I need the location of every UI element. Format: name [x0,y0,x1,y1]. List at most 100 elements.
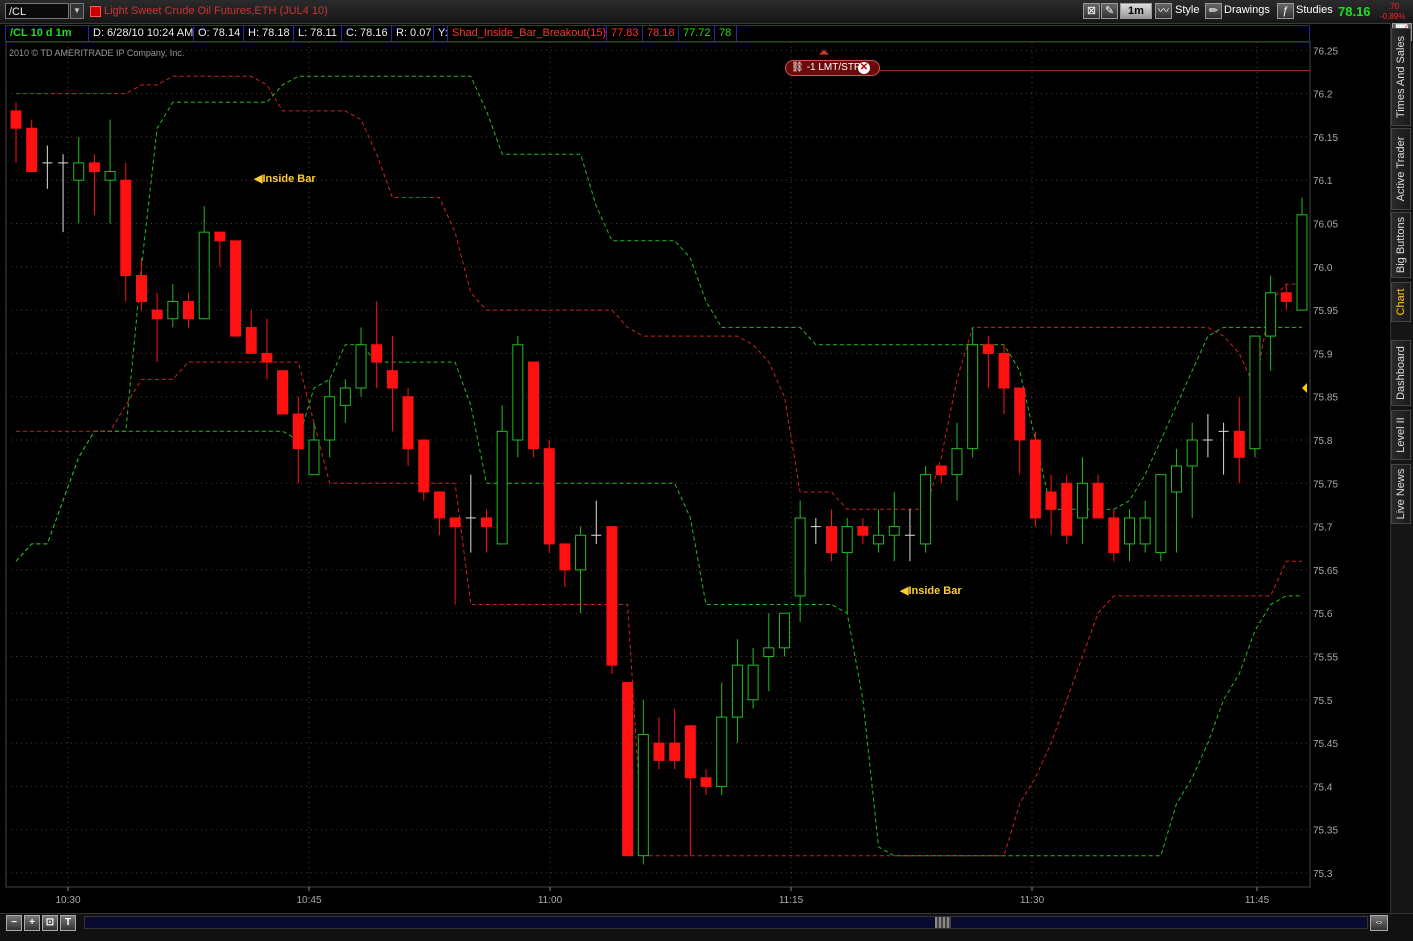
tab-chart[interactable]: Chart [1391,282,1411,322]
studies-menu[interactable]: Studies [1296,4,1333,16]
order-text: -1 LMT/STP [806,62,861,73]
candle-body [622,681,634,857]
study-value-3: 77.72 [679,26,715,41]
candle-body [167,300,179,320]
candle-body [418,439,430,493]
tab-big-buttons[interactable]: Big Buttons [1391,212,1411,278]
bar-open: O: 78.14 [194,26,244,41]
candle-body [1139,517,1151,545]
candle-body [73,162,85,181]
y-tick-label: 75.6 [1313,609,1333,620]
study-value-1: 77.83 [607,26,643,41]
candle-body [371,344,383,363]
x-tick-label: 11:15 [779,895,804,906]
y-tick-label: 76.05 [1313,220,1338,231]
percent-change: -0.89% [1380,12,1406,21]
reset-zoom-icon[interactable]: ⊡ [42,915,58,931]
y-tick-label: 76.25 [1313,46,1338,57]
candle-body [669,742,681,761]
candle-body [528,361,540,450]
candle-body [261,352,273,363]
candle-body [512,344,524,441]
y-tick-label: 75.9 [1313,349,1333,360]
tab-live-news[interactable]: Live News [1391,464,1411,524]
horizontal-scrollbar[interactable] [84,916,1368,929]
candle-body [967,344,979,450]
candle-body [1171,465,1183,493]
y-tick-label: 76.2 [1313,90,1333,101]
candle-body [386,370,398,389]
y-tick-label: 75.35 [1313,826,1338,837]
tab-level-ii[interactable]: Level II [1391,410,1411,460]
y-tick-label: 75.55 [1313,653,1338,664]
zoom-in-icon[interactable]: + [24,915,40,931]
study-name[interactable]: Shad_Inside_Bar_Breakout(15) [448,26,607,41]
y-tick-label: 75.95 [1313,306,1338,317]
style-menu[interactable]: Style [1175,4,1199,16]
candle-body [841,526,853,554]
wrench-icon[interactable]: ✎ [1101,3,1118,19]
scrollbar-thumb[interactable] [935,917,951,928]
tab-times-and-sales[interactable]: Times And Sales [1391,28,1411,126]
candle-body [763,647,775,658]
timeframe-button[interactable]: 1m [1120,3,1152,19]
text-tool-icon[interactable]: T [60,915,76,931]
drawings-icon[interactable]: ✏ [1205,3,1222,19]
x-tick-label: 11:00 [538,895,563,906]
crosshair-icon[interactable]: ⊠ [1083,3,1100,19]
candle-body [543,448,555,545]
candle-body [1186,439,1198,467]
candle-body [433,491,445,519]
candle-body [308,439,320,476]
candle-body [873,534,885,545]
candle-body [88,162,100,173]
symbol-input[interactable]: /CL [5,3,69,19]
y-tick-label: 75.5 [1313,696,1333,707]
zoom-out-icon[interactable]: − [6,915,22,931]
candle-body [716,716,728,787]
y-tick-label: 75.75 [1313,479,1338,490]
expand-icon[interactable]: ⇔ [1370,915,1388,931]
candle-body [1265,292,1277,337]
candle-body [324,396,336,441]
bar-low: L: 78.11 [294,26,342,41]
tab-dashboard[interactable]: Dashboard [1391,340,1411,406]
candle-body [1045,491,1057,510]
tab-active-trader[interactable]: Active Trader [1391,128,1411,210]
candle-body [496,430,508,545]
x-tick-label: 10:45 [296,895,321,906]
style-icon[interactable]: 〰 [1155,3,1172,19]
y-label: Y: [434,26,448,41]
candle-body [198,231,210,320]
y-tick-label: 76.15 [1313,133,1338,144]
y-tick-label: 75.85 [1313,393,1338,404]
candle-body [1123,517,1135,545]
candle-body [998,352,1010,389]
candle-body [951,448,963,476]
y-tick-label: 75.65 [1313,566,1338,577]
symbol-dropdown-icon[interactable]: ▼ [70,3,84,19]
candle-body [183,300,195,320]
candle-body [1280,292,1292,302]
bar-high: H: 78.18 [244,26,294,41]
chart-id: /CL 10 d 1m [6,26,89,41]
instrument-title: Light Sweet Crude Oil Futures,ETH (JUL4 … [104,5,328,17]
drawings-menu[interactable]: Drawings [1224,4,1270,16]
candle-body [1155,474,1167,554]
flag-icon[interactable] [90,6,101,17]
candle-body [920,474,932,545]
price-chart[interactable]: 75.3 75.35 75.4 75.45 75.5 75.55 75.6 75.65 75.7… [0,42,1390,913]
candle-body [480,517,492,528]
candle-body [292,413,304,450]
order-cancel-icon[interactable]: ✕ [858,62,870,74]
bar-close: C: 78.16 [342,26,392,41]
candle-body [731,664,743,718]
candle-body [888,526,900,536]
candle-body [857,526,869,536]
studies-icon[interactable]: ƒ [1277,3,1294,19]
candle-body [684,725,696,779]
candle-body [120,179,132,276]
copyright-text: 2010 © TD AMERITRADE IP Company, Inc. [9,48,185,58]
candle-body [826,526,838,554]
candle-body [747,664,759,701]
